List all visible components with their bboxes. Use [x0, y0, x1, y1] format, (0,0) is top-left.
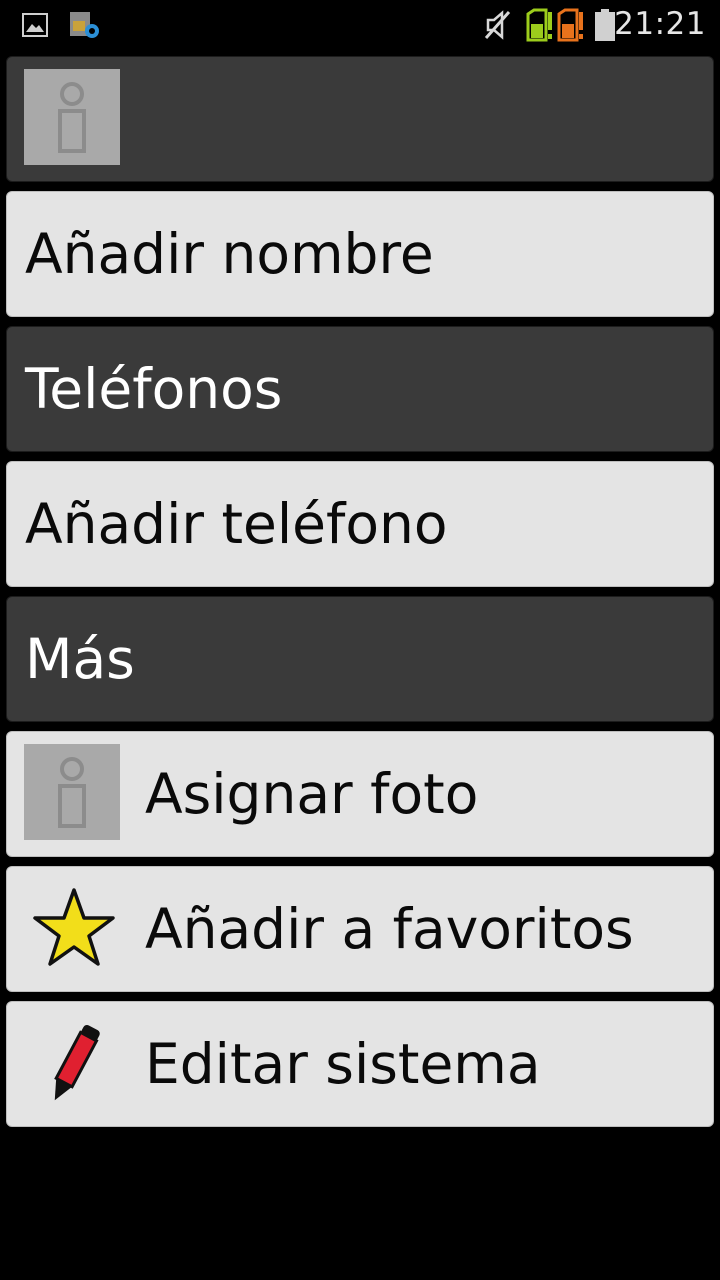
contact-placeholder-icon[interactable] [24, 69, 120, 165]
contact-placeholder-icon [24, 744, 120, 840]
add-phone-label: Añadir teléfono [25, 492, 448, 556]
add-to-favorites-label: Añadir a favoritos [145, 897, 634, 961]
sim2-signal-icon [557, 8, 585, 46]
assign-photo-button[interactable]: Asignar foto [6, 731, 714, 857]
add-name-button[interactable]: Añadir nombre [6, 191, 714, 317]
more-section-header: Más [6, 596, 714, 722]
edit-system-label: Editar sistema [145, 1032, 541, 1096]
battery-icon [594, 8, 616, 46]
status-clock: 21:21 [614, 6, 706, 42]
sim-settings-icon [68, 9, 102, 45]
phones-header-label: Teléfonos [25, 357, 283, 421]
assign-photo-label: Asignar foto [145, 762, 479, 826]
add-phone-button[interactable]: Añadir teléfono [6, 461, 714, 587]
image-notification-icon [22, 13, 48, 41]
add-name-label: Añadir nombre [25, 222, 434, 286]
pencil-icon [29, 1019, 119, 1109]
star-icon [29, 884, 119, 974]
sim1-signal-icon [526, 8, 554, 46]
phones-section-header: Teléfonos [6, 326, 714, 452]
mute-icon [482, 9, 514, 45]
contact-photo-row[interactable] [6, 56, 714, 182]
more-header-label: Más [25, 627, 135, 691]
add-to-favorites-button[interactable]: Añadir a favoritos [6, 866, 714, 992]
status-bar: 21:21 [0, 0, 720, 52]
edit-system-button[interactable]: Editar sistema [6, 1001, 714, 1127]
